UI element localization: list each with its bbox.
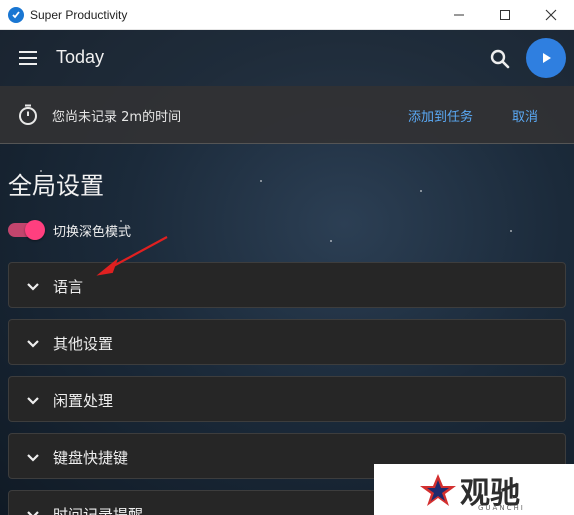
search-icon (490, 49, 510, 69)
window-title: Super Productivity (30, 7, 128, 22)
chevron-down-icon (27, 454, 39, 462)
window-titlebar: Super Productivity (0, 0, 574, 30)
watermark-subtext: GUANCHI (478, 504, 525, 512)
settings-heading: 全局设置 (8, 172, 104, 200)
close-icon (545, 9, 557, 21)
play-button[interactable] (526, 38, 566, 78)
maximize-button[interactable] (482, 0, 528, 30)
menu-button[interactable] (16, 47, 40, 69)
panel-label: 闲置处理 (53, 392, 114, 410)
chevron-down-icon (27, 397, 39, 405)
minimize-button[interactable] (436, 0, 482, 30)
dark-mode-label: 切换深色模式 (53, 225, 132, 240)
toggle-thumb (25, 220, 45, 240)
dark-mode-toggle[interactable] (8, 220, 45, 240)
panel-idle-handling[interactable]: 闲置处理 (8, 376, 566, 422)
app-toolbar: Today (0, 30, 574, 86)
search-button[interactable] (487, 46, 513, 72)
banner-message: 您尚未记录 2m的时间 (52, 110, 182, 125)
cancel-button[interactable]: 取消 (512, 106, 538, 125)
add-to-task-button[interactable]: 添加到任务 (408, 106, 473, 125)
panel-label: 其他设置 (53, 335, 114, 353)
star-logo-icon (420, 474, 456, 506)
timer-icon (19, 104, 37, 125)
panel-misc-settings[interactable]: 其他设置 (8, 319, 566, 365)
app-logo-icon (8, 6, 24, 23)
page-title: Today (56, 47, 105, 67)
panel-label: 键盘快捷键 (53, 449, 129, 467)
panel-language[interactable]: 语言 (8, 262, 566, 308)
watermark-logo: 观驰 GUANCHI (374, 464, 574, 515)
panel-label: 时间记录提醒 (53, 506, 144, 515)
menu-icon (16, 51, 40, 65)
close-button[interactable] (528, 0, 574, 30)
maximize-icon (500, 10, 510, 20)
minimize-icon (454, 14, 464, 16)
chevron-down-icon (27, 283, 39, 291)
chevron-down-icon (27, 511, 39, 515)
panel-label: 语言 (53, 278, 84, 296)
chevron-down-icon (27, 340, 39, 348)
play-icon (543, 53, 551, 63)
untracked-time-banner: 您尚未记录 2m的时间 添加到任务 取消 (0, 86, 574, 144)
